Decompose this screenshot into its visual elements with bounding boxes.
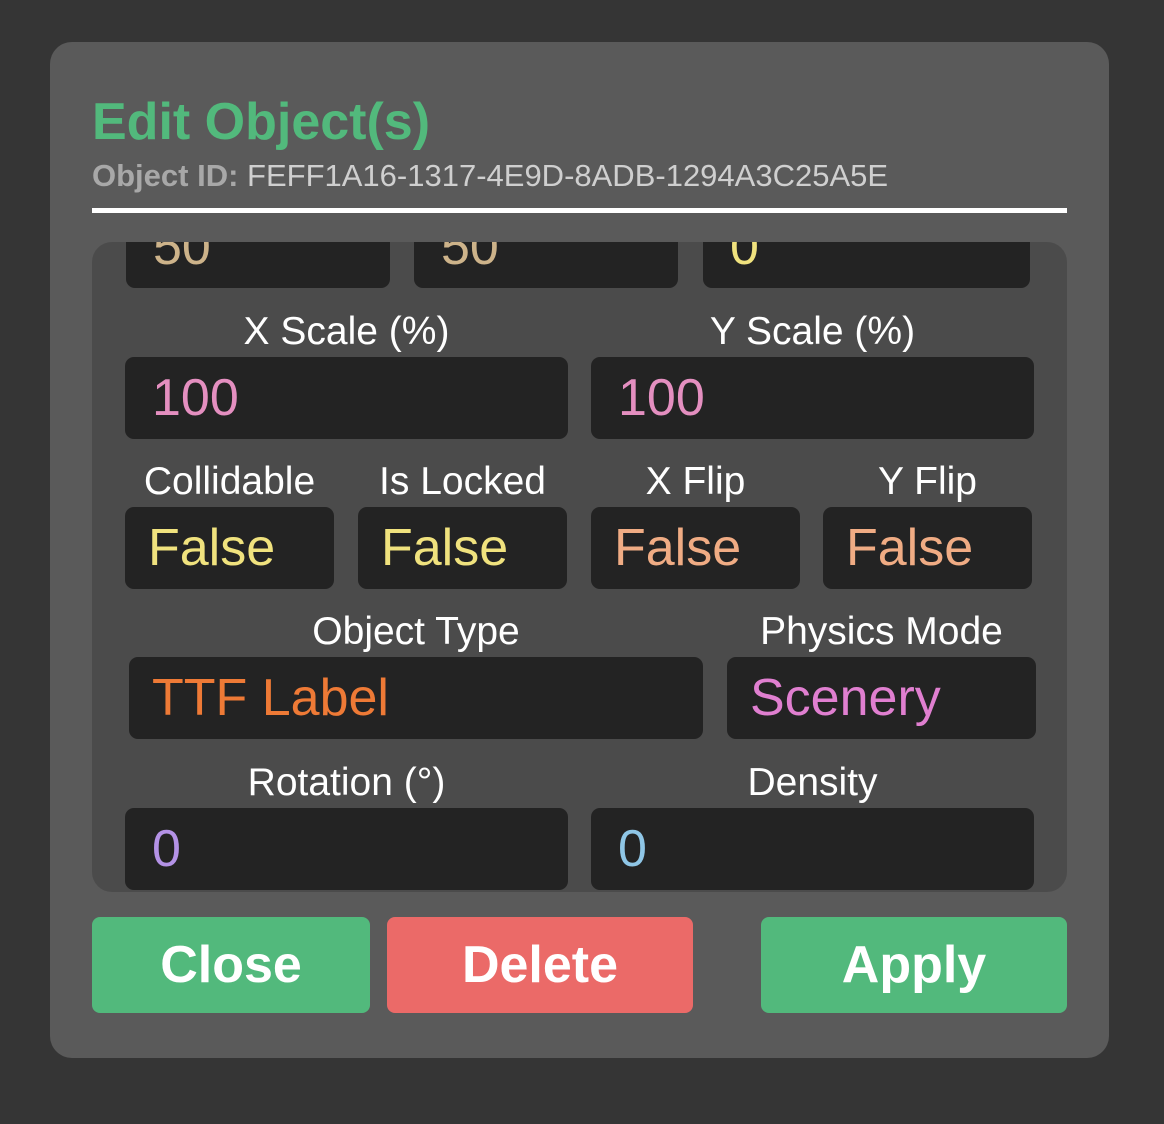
y-flip-toggle[interactable]: False [823, 507, 1032, 589]
x-flip-label: X Flip [645, 460, 746, 503]
object-type-select[interactable]: TTF Label [129, 657, 703, 739]
is-locked-label: Is Locked [379, 460, 546, 503]
rotation-input[interactable]: 0 [125, 808, 568, 890]
y-scale-input[interactable]: 100 [591, 357, 1034, 439]
edit-object-dialog: Edit Object(s) Object ID: FEFF1A16-1317-… [50, 42, 1109, 1058]
object-id-line: Object ID: FEFF1A16-1317-4E9D-8ADB-1294A… [92, 158, 888, 194]
object-id-label: Object ID: [92, 158, 239, 193]
x-scale-label: X Scale (%) [243, 310, 450, 353]
top-field-3[interactable]: 0 [703, 242, 1030, 288]
collidable-toggle[interactable]: False [125, 507, 334, 589]
close-button[interactable]: Close [92, 917, 370, 1013]
density-input[interactable]: 0 [591, 808, 1034, 890]
object-id-value: FEFF1A16-1317-4E9D-8ADB-1294A3C25A5E [247, 158, 889, 193]
x-flip-toggle[interactable]: False [591, 507, 800, 589]
dialog-title: Edit Object(s) [92, 93, 431, 151]
top-field-1[interactable]: 50 [126, 242, 390, 288]
y-scale-label: Y Scale (%) [709, 310, 916, 353]
fields-scroll-panel[interactable]: 50 50 0 X Scale (%) Y Scale (%) 100 100 … [92, 242, 1067, 892]
is-locked-toggle[interactable]: False [358, 507, 567, 589]
top-field-2[interactable]: 50 [414, 242, 678, 288]
delete-button[interactable]: Delete [387, 917, 693, 1013]
y-flip-label: Y Flip [878, 460, 977, 503]
physics-mode-select[interactable]: Scenery [727, 657, 1036, 739]
rotation-label: Rotation (°) [247, 761, 446, 804]
physics-mode-label: Physics Mode [760, 610, 1003, 653]
collidable-label: Collidable [143, 460, 316, 503]
density-label: Density [747, 761, 878, 804]
apply-button[interactable]: Apply [761, 917, 1067, 1013]
object-type-label: Object Type [312, 610, 520, 653]
x-scale-input[interactable]: 100 [125, 357, 568, 439]
title-divider [92, 208, 1067, 213]
